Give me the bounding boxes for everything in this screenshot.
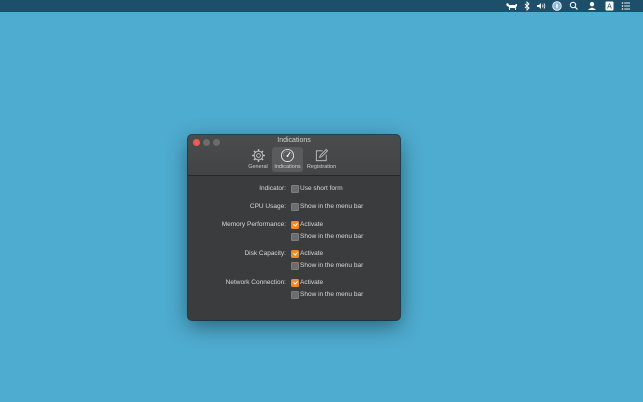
indicator-label: Indicator:: [259, 185, 286, 192]
network-activate-checkbox[interactable]: [291, 279, 299, 287]
tab-registration-label: Registration: [306, 164, 337, 170]
window-toolbar: Indications General Indications Registra…: [188, 135, 400, 176]
memory-performance-label: Memory Performance:: [221, 221, 286, 228]
user-icon[interactable]: [587, 1, 597, 11]
disk-show-in-menu-bar-text: Show in the menu bar: [300, 262, 364, 269]
use-short-form-text: Use short form: [300, 185, 343, 192]
disk-capacity-label: Disk Capacity:: [244, 250, 286, 257]
preferences-window: Indications General Indications Registra…: [188, 135, 400, 320]
tab-indications[interactable]: Indications: [272, 147, 303, 172]
cpu-usage-label: CPU Usage:: [249, 203, 286, 210]
network-show-in-menu-bar-checkbox[interactable]: [291, 291, 299, 299]
memory-show-in-menu-bar-checkbox[interactable]: [291, 233, 299, 241]
dog-icon[interactable]: [505, 1, 518, 11]
tab-indications-label: Indications: [274, 164, 301, 170]
window-title: Indications: [277, 137, 311, 144]
volume-icon[interactable]: [536, 1, 547, 11]
network-connection-label: Network Connection:: [225, 279, 286, 286]
memory-show-in-menu-bar-text: Show in the menu bar: [300, 233, 364, 240]
gear-icon: [251, 149, 265, 162]
use-short-form-checkbox[interactable]: [291, 185, 299, 193]
network-activate-text: Activate: [300, 279, 324, 286]
bluetooth-icon[interactable]: [523, 1, 530, 11]
compass-icon[interactable]: [552, 1, 562, 11]
notification-center-icon[interactable]: [621, 1, 631, 11]
network-show-in-menu-bar-text: Show in the menu bar: [300, 291, 364, 298]
svg-text:A: A: [607, 4, 612, 11]
disk-show-in-menu-bar-checkbox[interactable]: [291, 262, 299, 270]
disk-activate-text: Activate: [300, 250, 324, 257]
tab-general[interactable]: General: [245, 147, 271, 172]
search-icon[interactable]: [569, 1, 579, 11]
memory-activate-checkbox[interactable]: [291, 221, 299, 229]
cpu-show-in-menu-bar-text: Show in the menu bar: [300, 203, 364, 210]
cpu-show-in-menu-bar-checkbox[interactable]: [291, 203, 299, 211]
disk-activate-checkbox[interactable]: [291, 250, 299, 258]
tab-general-label: General: [248, 164, 268, 170]
tab-registration[interactable]: Registration: [304, 147, 339, 172]
pencil-icon: [315, 148, 329, 162]
gauge-icon: [280, 148, 295, 163]
input-source-icon[interactable]: A: [605, 1, 614, 11]
memory-activate-text: Activate: [300, 221, 324, 228]
menu-bar: A: [0, 0, 643, 12]
